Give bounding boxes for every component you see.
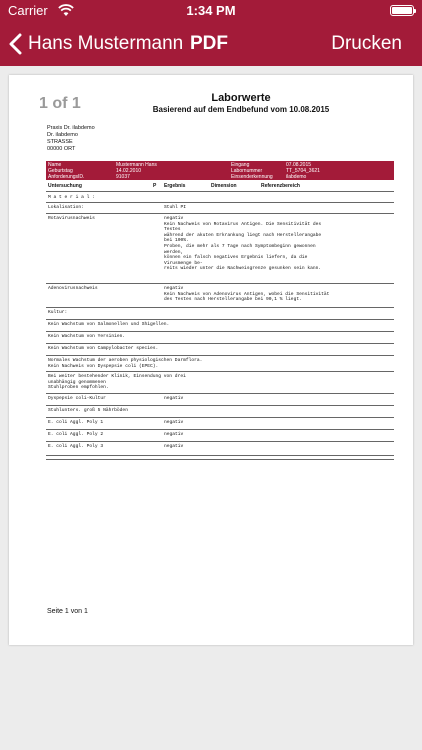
row-dyspepsie-test: Dyspepsie coli-Kultur <box>48 396 106 401</box>
row-ecoli2-result: negativ <box>164 432 184 437</box>
header-result: Ergebnis <box>164 183 186 189</box>
row-ecoli1-test: E. coli Aggl. Poly 1 <box>48 420 104 425</box>
row-dyspepsie-result: negativ <box>164 396 184 401</box>
header-dimension: Dimension <box>211 183 237 189</box>
row-ecoli2-test: E. coli Aggl. Poly 2 <box>48 432 104 437</box>
row-stuhlunters: Stuhlunters. groß 5 Nährböden <box>48 408 128 413</box>
page-footer: Seite 1 von 1 <box>47 608 88 615</box>
document-title: Laborwerte <box>211 92 271 104</box>
sender-id-label: Einsenderkennung <box>231 174 273 180</box>
row-lokalisation-test: Lokalisation: <box>48 205 84 210</box>
row-rota-test: Rotavirusnachweis <box>48 216 95 221</box>
header-p: P <box>153 183 157 189</box>
status-bar: Carrier 1:34 PM <box>0 0 422 22</box>
row-ecoli3-test: E. coli Aggl. Poly 3 <box>48 444 104 449</box>
row-salmonellen: Kein Wachstum von Salmonellen und Shigel… <box>48 322 170 327</box>
row-darmflora: Normales Wachstum der aeroben physiologi… <box>48 358 203 369</box>
back-button[interactable]: Hans Mustermann <box>8 22 183 66</box>
row-material: M a t e r i a l : <box>48 195 95 200</box>
row-kultur: Kultur: <box>48 310 68 315</box>
document-subtitle: Basierend auf dem Endbefund vom 10.08.20… <box>152 105 330 114</box>
clock: 1:34 PM <box>186 3 236 18</box>
row-ecoli3-result: negativ <box>164 444 184 449</box>
patient-info-bar: Name Mustermann Hans Geburtstag 14.02.20… <box>46 161 394 180</box>
header-test: Untersuchung <box>48 183 82 189</box>
row-klinik: Bei weiter bestehender Klinik, Einsendun… <box>48 374 186 391</box>
row-lokalisation-result: Stuhl PI <box>164 205 187 210</box>
row-rota-result: negativ Kein Nachweis von Rotavirus Anti… <box>164 216 322 272</box>
row-ecoli1-result: negativ <box>164 420 184 425</box>
row-adeno-test: Adenovirusnachweis <box>48 286 98 291</box>
back-button-label: Hans Mustermann <box>28 33 184 54</box>
battery-icon <box>390 5 416 16</box>
navigation-bar: Hans Mustermann PDF Drucken <box>0 22 422 66</box>
sender-id-value: ilabdemo <box>286 174 307 180</box>
print-button[interactable]: Drucken <box>331 22 402 66</box>
header-reference: Referenzbereich <box>261 183 300 189</box>
row-campylobacter: Kein Wachstum von Campylobacter species. <box>48 346 159 351</box>
sender-address: Praxis Dr. ilabdemo Dr. ilabdemo STRASSE… <box>47 125 95 153</box>
request-value: 91037 <box>116 174 130 180</box>
address-line: Praxis Dr. ilabdemo <box>47 125 95 131</box>
request-label: AnforderungsID. <box>48 174 85 180</box>
row-yersinien: Kein Wachstum von Yersinien. <box>48 334 126 339</box>
address-line: STRASSE <box>47 139 73 145</box>
pdf-page[interactable]: 1 of 1 Laborwerte Basierend auf dem Endb… <box>9 75 413 645</box>
address-line: 00000 ORT <box>47 146 76 152</box>
row-adeno-result: negativ Kein Nachweis von Adenovirus Ant… <box>164 286 330 303</box>
nav-title: PDF <box>190 33 228 54</box>
address-line: Dr. ilabdemo <box>47 132 78 138</box>
chevron-left-icon <box>9 33 22 55</box>
